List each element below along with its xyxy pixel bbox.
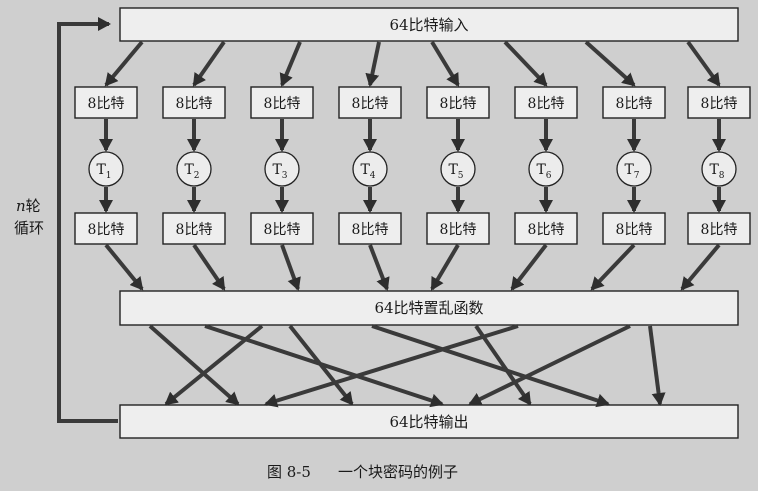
merge-arrow — [590, 243, 636, 291]
lane-2: 8比特T28比特 — [162, 40, 226, 245]
lane-8: 8比特T88比特 — [686, 40, 751, 245]
input-byte-label: 8比特 — [701, 96, 738, 112]
lane-4: 8比特T48比特 — [338, 41, 402, 245]
input-split-arrow — [365, 41, 381, 87]
transform-subscript: 7 — [634, 171, 640, 181]
input-split-arrow — [279, 41, 302, 87]
output-byte-label: 8比特 — [528, 222, 565, 238]
loop-label-unit: 轮 — [26, 197, 41, 215]
lane-1: 8比特T18比特 — [74, 40, 144, 245]
byte-lanes: 8比特T18比特8比特T28比特8比特T38比特8比特T48比特8比特T58比特… — [74, 40, 751, 245]
loop-label-variable: n — [16, 197, 26, 215]
scramble-function-label: 64比特置乱函数 — [374, 299, 483, 317]
transform-subscript: 1 — [106, 171, 112, 181]
merge-arrow — [680, 243, 721, 291]
input-split-arrow — [503, 40, 548, 87]
output-byte-label: 8比特 — [176, 222, 213, 238]
lane-7: 8比特T78比特 — [584, 40, 666, 245]
merge-arrow — [430, 243, 460, 291]
input-byte-label: 8比特 — [528, 96, 565, 112]
figure-title: 一个块密码的例子 — [338, 463, 458, 481]
permutation-arrow — [264, 324, 519, 408]
output-byte-label: 8比特 — [264, 222, 301, 238]
input-split-arrow — [584, 40, 636, 87]
block-cipher-diagram: 64比特输入 64比特置乱函数 64比特输出 n轮 循环 8比特T18比特8比特… — [10, 7, 751, 481]
figure-number: 图 8-5 — [267, 463, 311, 481]
output-byte-label: 8比特 — [88, 222, 125, 238]
lane-3: 8比特T38比特 — [250, 41, 314, 245]
output-byte-label: 8比特 — [440, 222, 477, 238]
loop-label-round: n轮 — [16, 197, 41, 215]
input-byte-label: 8比特 — [264, 96, 301, 112]
output-byte-label: 8比特 — [616, 222, 653, 238]
merge-arrow — [510, 243, 548, 291]
transform-subscript: 8 — [719, 171, 725, 181]
input-split-arrow — [192, 40, 226, 87]
input-split-arrow — [686, 40, 721, 87]
merge-arrow — [368, 244, 390, 291]
input-split-arrow — [104, 40, 144, 87]
output-byte-label: 8比特 — [352, 222, 389, 238]
lane-5: 8比特T58比特 — [426, 40, 490, 245]
transform-subscript: 4 — [370, 171, 376, 181]
output-byte-label: 8比特 — [701, 222, 738, 238]
merge-arrow — [280, 244, 301, 291]
input-byte-label: 8比特 — [176, 96, 213, 112]
transform-subscript: 3 — [282, 171, 288, 181]
transform-subscript: 2 — [194, 171, 200, 181]
output-bar-label: 64比特输出 — [389, 413, 468, 431]
input-byte-label: 8比特 — [352, 96, 389, 112]
loop-label-cycle: 循环 — [14, 219, 44, 237]
permutation-arrow — [148, 324, 240, 406]
transform-subscript: 6 — [546, 171, 552, 181]
input-byte-label: 8比特 — [440, 96, 477, 112]
merge-arrow — [192, 243, 226, 291]
lane-6: 8比特T68比特 — [503, 40, 578, 245]
merge-arrow — [104, 243, 144, 291]
input-split-arrow — [430, 40, 460, 87]
transform-subscript: 5 — [458, 171, 464, 181]
input-byte-label: 8比特 — [616, 96, 653, 112]
input-bar-label: 64比特输入 — [389, 16, 468, 34]
permutation-arrow — [648, 325, 666, 406]
input-byte-label: 8比特 — [88, 96, 125, 112]
permutation-arrow — [164, 324, 264, 406]
